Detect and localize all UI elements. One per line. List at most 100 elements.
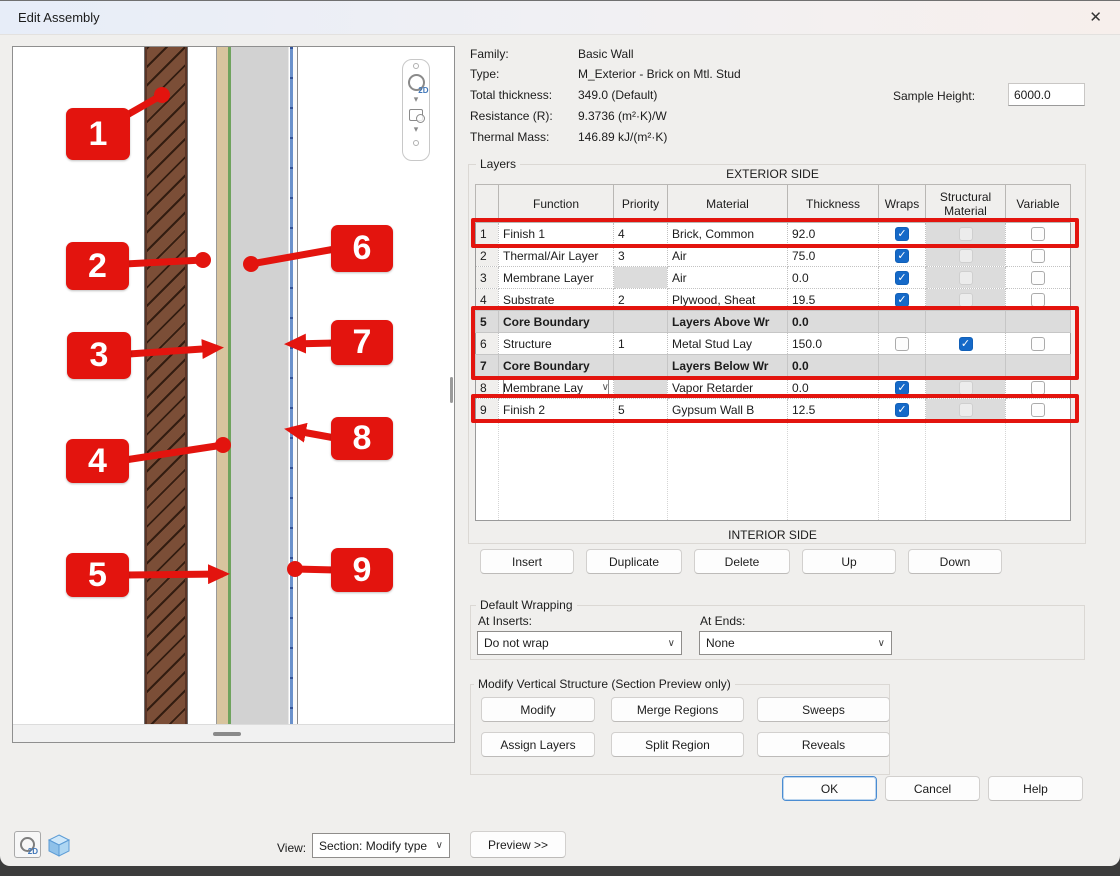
wraps-checkbox[interactable]: ✓ xyxy=(895,381,909,395)
cell-priority[interactable]: 3 xyxy=(614,245,668,267)
preview-viewport[interactable]: 123456789 2D ▾ ▾ xyxy=(13,47,454,724)
cell-function[interactable]: Membrane Layer xyxy=(499,267,614,289)
close-button[interactable]: ✕ xyxy=(1085,8,1106,26)
variable-checkbox[interactable] xyxy=(1031,337,1045,351)
title-bar: Edit Assembly ✕ xyxy=(0,1,1120,35)
preview-vertical-scrollbar[interactable] xyxy=(450,377,453,403)
cell-function[interactable]: Substrate xyxy=(499,289,614,311)
cell-function[interactable]: Finish 1 xyxy=(499,223,614,245)
preview-toggle-button[interactable]: Preview >> xyxy=(470,831,566,858)
merge-regions-button[interactable]: Merge Regions xyxy=(611,697,744,722)
down-button[interactable]: Down xyxy=(908,549,1002,574)
structural-material-checkbox[interactable] xyxy=(959,381,973,395)
preview-horizontal-scrollbar[interactable] xyxy=(13,724,454,742)
cell-function[interactable]: Finish 2 xyxy=(499,399,614,421)
preview-navbar[interactable]: 2D ▾ ▾ xyxy=(402,59,430,161)
cell-thickness[interactable]: 0.0 xyxy=(788,377,879,399)
variable-checkbox[interactable] xyxy=(1031,227,1045,241)
preview-3d-cube-icon[interactable] xyxy=(46,832,72,858)
col-header-priority: Priority xyxy=(614,185,668,223)
cell-material[interactable]: Brick, Common xyxy=(668,223,788,245)
variable-checkbox[interactable] xyxy=(1031,403,1045,417)
structural-material-checkbox[interactable] xyxy=(959,271,973,285)
cell-priority[interactable]: 5 xyxy=(614,399,668,421)
row-number[interactable]: 5 xyxy=(476,311,499,333)
zoom-region-icon[interactable] xyxy=(409,109,423,121)
cell-material[interactable]: Vapor Retarder xyxy=(668,377,788,399)
duplicate-button[interactable]: Duplicate xyxy=(586,549,682,574)
cell-thickness[interactable]: 0.0 xyxy=(788,267,879,289)
cell-function[interactable]: Core Boundary xyxy=(499,355,614,377)
variable-checkbox[interactable] xyxy=(1031,271,1045,285)
cell-function[interactable]: Membrane Lay∨ xyxy=(499,377,614,399)
row-number[interactable]: 6 xyxy=(476,333,499,355)
cell-material[interactable]: Layers Above Wr xyxy=(668,311,788,333)
variable-checkbox[interactable] xyxy=(1031,293,1045,307)
cell-material[interactable]: Layers Below Wr xyxy=(668,355,788,377)
cell-material[interactable]: Plywood, Sheat xyxy=(668,289,788,311)
cell-thickness[interactable]: 0.0 xyxy=(788,355,879,377)
cell-thickness[interactable]: 12.5 xyxy=(788,399,879,421)
assign-layers-button[interactable]: Assign Layers xyxy=(481,732,595,757)
sweeps-button[interactable]: Sweeps xyxy=(757,697,890,722)
cell-function[interactable]: Structure xyxy=(499,333,614,355)
structural-material-checkbox[interactable] xyxy=(959,227,973,241)
cell-function[interactable]: Thermal/Air Layer xyxy=(499,245,614,267)
structural-material-checkbox[interactable] xyxy=(959,403,973,417)
chevron-down-icon[interactable]: ▾ xyxy=(414,94,419,104)
cell-thickness[interactable]: 150.0 xyxy=(788,333,879,355)
structural-material-checkbox[interactable]: ✓ xyxy=(959,337,973,351)
row-number[interactable]: 4 xyxy=(476,289,499,311)
row-number[interactable]: 1 xyxy=(476,223,499,245)
wraps-checkbox[interactable]: ✓ xyxy=(895,271,909,285)
view-dropdown[interactable]: Section: Modify type ∨ xyxy=(312,833,450,858)
cell-priority[interactable] xyxy=(614,355,668,377)
split-region-button[interactable]: Split Region xyxy=(611,732,744,757)
delete-button[interactable]: Delete xyxy=(694,549,790,574)
up-button[interactable]: Up xyxy=(802,549,896,574)
cell-priority[interactable]: 2 xyxy=(614,289,668,311)
cell-material[interactable]: Metal Stud Lay xyxy=(668,333,788,355)
structural-material-checkbox[interactable] xyxy=(959,293,973,307)
cell-material[interactable]: Air xyxy=(668,267,788,289)
wraps-checkbox[interactable]: ✓ xyxy=(895,249,909,263)
ok-button[interactable]: OK xyxy=(782,776,877,801)
preview-2d-wheel-icon[interactable]: 2D xyxy=(14,831,41,858)
cancel-button[interactable]: Cancel xyxy=(885,776,980,801)
row-number[interactable]: 8 xyxy=(476,377,499,399)
row-number[interactable]: 3 xyxy=(476,267,499,289)
wraps-checkbox[interactable] xyxy=(895,337,909,351)
help-button[interactable]: Help xyxy=(988,776,1083,801)
steering-wheel-2d-icon[interactable]: 2D xyxy=(408,74,425,91)
cell-thickness[interactable]: 75.0 xyxy=(788,245,879,267)
cell-priority[interactable]: 1 xyxy=(614,333,668,355)
variable-checkbox[interactable] xyxy=(1031,381,1045,395)
row-number[interactable]: 7 xyxy=(476,355,499,377)
insert-button[interactable]: Insert xyxy=(480,549,574,574)
cell-function[interactable]: Core Boundary xyxy=(499,311,614,333)
chevron-down-icon[interactable]: ▾ xyxy=(414,124,419,134)
at-ends-dropdown[interactable]: None ∨ xyxy=(699,631,892,655)
wraps-checkbox[interactable]: ✓ xyxy=(895,293,909,307)
wraps-cell: ✓ xyxy=(879,399,926,421)
cell-material[interactable]: Air xyxy=(668,245,788,267)
structural-material-checkbox[interactable] xyxy=(959,249,973,263)
cell-priority[interactable] xyxy=(614,267,668,289)
variable-checkbox[interactable] xyxy=(1031,249,1045,263)
sample-height-input[interactable] xyxy=(1008,83,1085,106)
row-number[interactable]: 2 xyxy=(476,245,499,267)
cell-thickness[interactable]: 92.0 xyxy=(788,223,879,245)
at-inserts-dropdown[interactable]: Do not wrap ∨ xyxy=(477,631,682,655)
wraps-checkbox[interactable]: ✓ xyxy=(895,403,909,417)
cell-priority[interactable] xyxy=(614,377,668,399)
scrollbar-thumb[interactable] xyxy=(213,732,241,736)
cell-priority[interactable]: 4 xyxy=(614,223,668,245)
cell-thickness[interactable]: 19.5 xyxy=(788,289,879,311)
cell-priority[interactable] xyxy=(614,311,668,333)
wraps-checkbox[interactable]: ✓ xyxy=(895,227,909,241)
row-number[interactable]: 9 xyxy=(476,399,499,421)
cell-material[interactable]: Gypsum Wall B xyxy=(668,399,788,421)
reveals-button[interactable]: Reveals xyxy=(757,732,890,757)
modify-button[interactable]: Modify xyxy=(481,697,595,722)
cell-thickness[interactable]: 0.0 xyxy=(788,311,879,333)
